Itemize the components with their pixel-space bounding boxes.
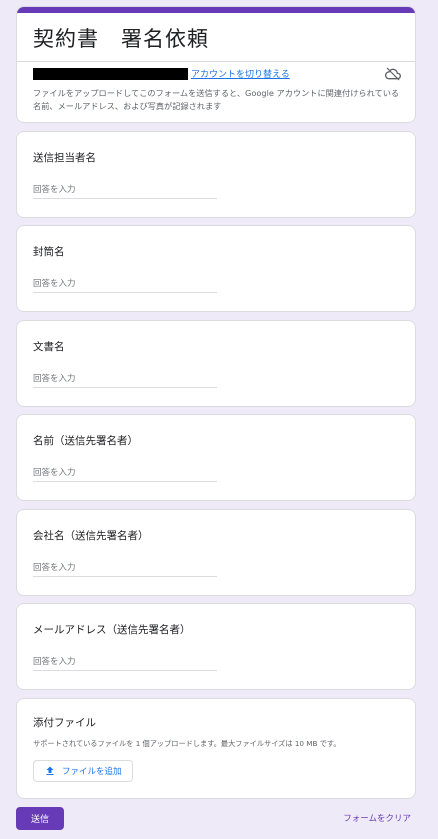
clear-form-link[interactable]: フォームをクリア (343, 812, 411, 824)
add-file-label: ファイルを追加 (62, 767, 122, 777)
question-card-signer-name: 名前（送信先署名者） (16, 414, 416, 501)
question-label: 封筒名 (33, 246, 65, 258)
question-card-sender: 送信担当者名 (16, 131, 416, 218)
form-title: 契約書 署名依頼 (33, 27, 209, 51)
question-card-attachment: 添付ファイル サポートされているファイルを 1 個アップロードします。最大ファイ… (16, 698, 416, 799)
question-label: 送信担当者名 (33, 152, 96, 164)
cloud-off-icon (385, 66, 401, 82)
question-card-envelope: 封筒名 (16, 225, 416, 312)
answer-input-envelope[interactable] (33, 276, 217, 293)
question-card-signer-email: メールアドレス（送信先署名者） (16, 603, 416, 690)
answer-input-sender[interactable] (33, 182, 217, 199)
question-label: 名前（送信先署名者） (33, 435, 138, 447)
answer-input-signer-name[interactable] (33, 465, 217, 482)
attachment-label: 添付ファイル (33, 717, 96, 729)
submit-button[interactable]: 送信 (16, 807, 64, 830)
answer-input-document[interactable] (33, 371, 217, 388)
question-label: 文書名 (33, 341, 65, 353)
form-header-card: 契約書 署名依頼 アカウントを切り替える ファイルをアップロードしてこのフォーム… (16, 6, 416, 123)
answer-input-signer-company[interactable] (33, 560, 217, 577)
account-notice: ファイルをアップロードしてこのフォームを送信すると、Google アカウントに関… (33, 88, 400, 111)
attachment-description: サポートされているファイルを 1 個アップロードします。最大ファイルサイズは 1… (33, 739, 341, 748)
redacted-account-email (33, 68, 188, 80)
question-label: メールアドレス（送信先署名者） (33, 624, 191, 636)
question-label: 会社名（送信先署名者） (33, 530, 149, 542)
header-divider (17, 61, 415, 62)
answer-input-signer-email[interactable] (33, 654, 217, 671)
upload-icon (44, 765, 56, 777)
question-card-signer-company: 会社名（送信先署名者） (16, 509, 416, 596)
add-file-button[interactable]: ファイルを追加 (33, 760, 133, 782)
switch-account-link[interactable]: アカウントを切り替える (191, 67, 290, 80)
question-card-document: 文書名 (16, 320, 416, 407)
header-accent-bar (17, 7, 415, 13)
